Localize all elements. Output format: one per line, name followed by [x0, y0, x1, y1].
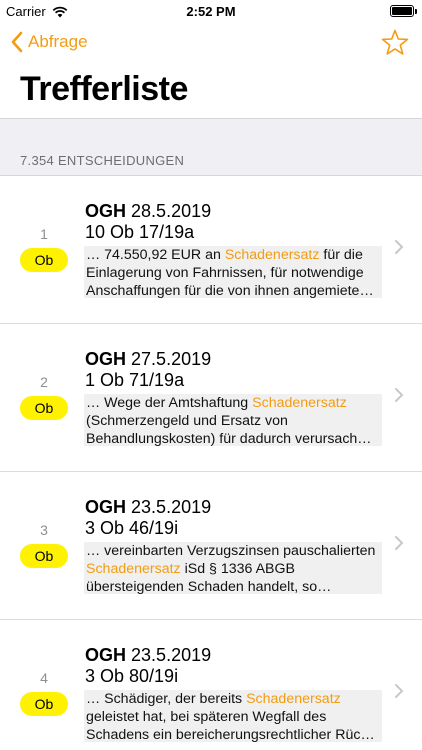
page-title: Trefferliste	[20, 70, 188, 108]
chevron-right-icon	[395, 240, 403, 254]
result-date: 27.5.2019	[131, 349, 212, 369]
section-header-band: 7.354 ENTSCHEIDUNGEN	[0, 118, 422, 176]
back-button[interactable]: Abfrage	[10, 31, 88, 53]
search-term-highlight: Schadenersatz	[224, 247, 320, 263]
result-case-number: 1 Ob 71/19a	[85, 370, 185, 390]
result-court-date: OGH 28.5.2019	[85, 201, 211, 222]
court-badge: Ob	[20, 396, 68, 420]
chevron-right-icon	[395, 536, 403, 550]
result-row[interactable]: 3 Ob OGH 23.5.2019 3 Ob 46/19i … vereinb…	[0, 472, 422, 620]
result-court-date: OGH 23.5.2019	[85, 497, 211, 518]
navigation-bar: Abfrage	[0, 22, 422, 66]
result-row[interactable]: 2 Ob OGH 27.5.2019 1 Ob 71/19a … Wege de…	[0, 324, 422, 472]
status-time: 2:52 PM	[186, 4, 236, 19]
result-date: 28.5.2019	[131, 201, 212, 221]
back-button-label: Abfrage	[28, 32, 88, 51]
court-badge: Ob	[20, 692, 68, 716]
search-term-highlight: Schadenersatz	[86, 561, 181, 577]
chevron-right-icon	[395, 684, 403, 698]
result-index: 1	[40, 226, 48, 242]
court-badge: Ob	[20, 248, 68, 272]
result-date: 23.5.2019	[131, 645, 212, 665]
court-badge: Ob	[20, 544, 68, 568]
results-count-header: 7.354 ENTSCHEIDUNGEN	[20, 153, 185, 168]
result-case-number: 10 Ob 17/19a	[85, 222, 195, 242]
results-list: 1 Ob OGH 28.5.2019 10 Ob 17/19a … 74.550…	[0, 176, 422, 750]
result-snippet: … 74.550,92 EUR an Schadenersatz für die…	[84, 246, 382, 298]
result-case-number: 3 Ob 46/19i	[85, 518, 179, 538]
result-court-date: OGH 23.5.2019	[85, 645, 211, 666]
result-court-date: OGH 27.5.2019	[85, 349, 211, 370]
result-row[interactable]: 4 Ob OGH 23.5.2019 3 Ob 80/19i … Schädig…	[0, 620, 422, 750]
result-index: 3	[40, 522, 48, 538]
chevron-left-icon	[11, 31, 23, 53]
result-row[interactable]: 1 Ob OGH 28.5.2019 10 Ob 17/19a … 74.550…	[0, 176, 422, 324]
status-bar: Carrier 2:52 PM	[0, 0, 422, 22]
result-date: 23.5.2019	[131, 497, 212, 517]
result-court: OGH	[85, 497, 127, 517]
favorite-star-icon[interactable]	[380, 28, 410, 58]
result-snippet: … vereinbarten Verzugszinsen pauschalier…	[84, 542, 382, 594]
result-court: OGH	[85, 349, 127, 369]
search-term-highlight: Schadenersatz	[246, 691, 341, 707]
result-case-number: 3 Ob 80/19i	[85, 666, 179, 686]
result-snippet: … Wege der Amtshaftung Schadenersatz (Sc…	[84, 394, 382, 446]
battery-icon	[390, 5, 417, 17]
result-court: OGH	[85, 645, 127, 665]
result-court: OGH	[85, 201, 127, 221]
search-term-highlight: Schadenersatz	[252, 395, 347, 411]
chevron-right-icon	[395, 388, 403, 402]
result-index: 2	[40, 374, 48, 390]
result-index: 4	[40, 670, 48, 686]
result-snippet: … Schädiger, der bereits Schadenersatz g…	[84, 690, 382, 742]
